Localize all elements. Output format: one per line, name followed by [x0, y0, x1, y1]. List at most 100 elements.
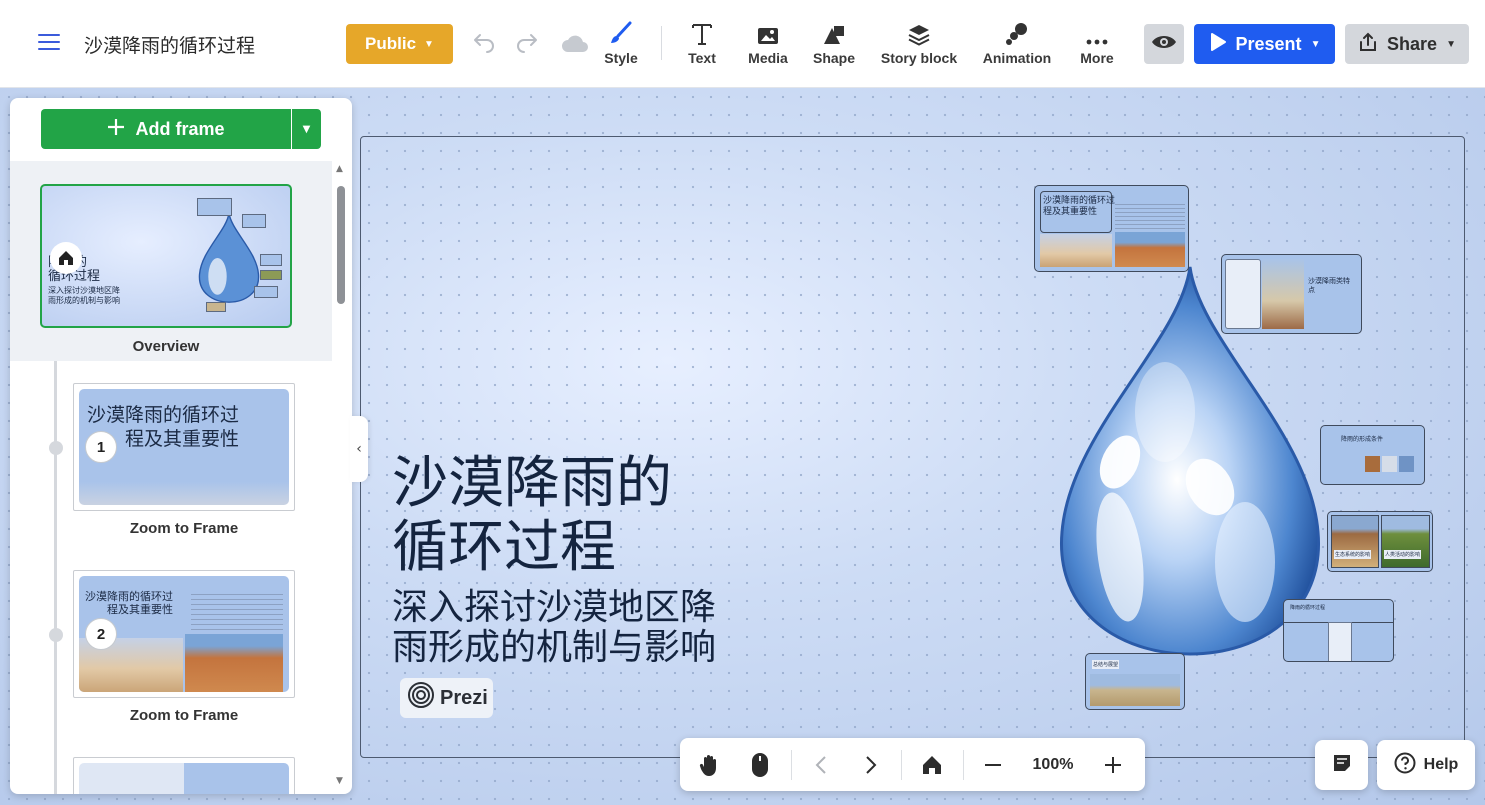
chevron-left-icon: ‹	[356, 441, 362, 457]
text-tool[interactable]: Text	[682, 20, 722, 76]
canvas-frame-card-2[interactable]: 沙漠降雨类特 点	[1221, 254, 1362, 334]
story-block-label: Story block	[880, 50, 958, 66]
preview-button[interactable]	[1144, 24, 1184, 64]
cloud-saved-icon	[560, 32, 590, 60]
previous-frame-icon[interactable]	[806, 738, 836, 791]
image-icon	[757, 20, 779, 46]
share-button[interactable]: Share ▼	[1345, 24, 1469, 64]
prezi-logo-icon	[407, 681, 435, 715]
frame-thumbnail-3[interactable]	[73, 757, 295, 794]
frames-sidebar: Add frame ▼ 降雨的 循环过程 深入探讨沙漠地区降 雨形成的机制与影响…	[10, 98, 352, 794]
public-visibility-button[interactable]: Public ▼	[346, 24, 453, 64]
presentation-title[interactable]: 沙漠降雨的循环过程	[84, 31, 255, 58]
style-label: Style	[604, 50, 638, 66]
frames-timeline	[54, 361, 57, 794]
chevron-down-icon: ▼	[424, 38, 434, 50]
toolbar-divider	[791, 750, 792, 780]
scrollbar-thumb[interactable]	[337, 186, 345, 304]
home-frame-icon[interactable]	[50, 242, 82, 274]
card-4a-title: 生态系统的影响	[1334, 550, 1372, 559]
add-frame-button[interactable]: Add frame	[41, 109, 291, 149]
zoom-in-icon[interactable]	[1098, 738, 1128, 791]
card-6-title: 总结与展望	[1092, 660, 1120, 669]
pan-hand-icon[interactable]	[694, 738, 726, 791]
toolbar-divider	[901, 750, 902, 780]
scroll-up-icon[interactable]: ▲	[336, 164, 343, 174]
share-icon	[1358, 32, 1378, 57]
title-line-2: 循环过程	[392, 515, 616, 580]
shape-tool[interactable]: Shape	[810, 20, 858, 76]
home-icon[interactable]	[916, 738, 948, 791]
zoom-level: 100%	[1032, 755, 1074, 773]
menu-icon[interactable]	[38, 34, 60, 52]
shape-label: Shape	[812, 50, 855, 66]
sidebar-scrollbar[interactable]: ▲ ▼	[335, 164, 347, 794]
add-frame-options-button[interactable]: ▼	[292, 109, 321, 149]
canvas-frame-card-1[interactable]: 沙漠降雨的循环过 程及其重要性	[1034, 185, 1189, 272]
card-1-title: 沙漠降雨的循环过 程及其重要性	[1043, 196, 1116, 217]
eye-icon	[1151, 34, 1177, 54]
story-block-tool[interactable]: Story block	[878, 20, 960, 76]
collapse-sidebar-button[interactable]: ‹	[350, 416, 368, 482]
canvas-frame-card-6[interactable]: 总结与展望	[1085, 653, 1185, 710]
layers-icon	[908, 20, 930, 46]
animation-label: Animation	[982, 50, 1052, 66]
canvas-frame-card-5[interactable]: 降雨的循环过程	[1283, 599, 1394, 662]
style-tool[interactable]: Style	[598, 20, 644, 76]
redo-icon[interactable]	[515, 31, 541, 59]
overview-thumb-subtitle: 深入探讨沙漠地区降 雨形成的机制与影响	[48, 286, 120, 305]
canvas-subtitle[interactable]: 深入探讨沙漠地区降 雨形成的机制与影响	[392, 588, 716, 668]
animation-icon	[1005, 20, 1029, 46]
card-2-title: 沙漠降雨类特 点	[1308, 277, 1350, 294]
card-5-title: 降雨的循环过程	[1290, 605, 1326, 611]
help-button[interactable]: Help	[1377, 740, 1475, 790]
overview-label[interactable]: Overview	[10, 338, 322, 355]
canvas-main-title[interactable]: 沙漠降雨的 循环过程	[392, 452, 672, 580]
present-label: Present	[1235, 33, 1302, 54]
navigation-toolbar: 100%	[680, 738, 1145, 791]
prezi-logo-badge: Prezi	[400, 678, 493, 718]
chevron-down-icon: ▼	[1310, 38, 1321, 50]
timeline-dot	[49, 441, 63, 455]
card-4b-title: 人类活动的影响	[1384, 550, 1422, 559]
scroll-down-icon[interactable]: ▼	[336, 776, 343, 786]
toolbar-divider	[963, 750, 964, 780]
plus-icon	[107, 118, 125, 141]
more-tool[interactable]: More	[1076, 20, 1118, 76]
prezi-label: Prezi	[440, 686, 488, 709]
toolbar-divider	[661, 26, 662, 60]
media-label: Media	[748, 50, 788, 66]
text-label: Text	[688, 50, 716, 66]
next-frame-icon[interactable]	[856, 738, 886, 791]
chevron-down-icon: ▼	[1446, 38, 1456, 50]
brush-icon	[608, 20, 634, 46]
card-3-title: 降雨的形成条件	[1341, 436, 1384, 443]
media-tool[interactable]: Media	[744, 20, 792, 76]
text-icon	[691, 20, 713, 46]
subtitle-line-2: 雨形成的机制与影响	[392, 627, 717, 668]
add-frame-label: Add frame	[135, 118, 225, 139]
more-label: More	[1080, 50, 1114, 66]
zoom-out-icon[interactable]	[978, 738, 1008, 791]
top-toolbar: 沙漠降雨的循环过程 Public ▼ Style Text Media Shap…	[0, 0, 1485, 88]
title-line-1: 沙漠降雨的	[392, 451, 672, 516]
timeline-dot	[49, 628, 63, 642]
frame-2-thumb-title: 沙漠降雨的循环过 程及其重要性	[85, 590, 173, 616]
public-label: Public	[365, 34, 417, 53]
present-button[interactable]: Present ▼	[1194, 24, 1335, 64]
notes-button[interactable]	[1315, 740, 1368, 790]
animation-tool[interactable]: Animation	[980, 20, 1054, 76]
frame-2-label[interactable]: Zoom to Frame	[73, 707, 295, 724]
notes-icon	[1332, 753, 1352, 777]
shape-icon	[822, 20, 846, 46]
canvas-frame-card-4[interactable]: 生态系统的影响 人类活动的影响	[1327, 511, 1433, 572]
frame-1-label[interactable]: Zoom to Frame	[73, 520, 295, 537]
canvas-frame-card-3[interactable]: 降雨的形成条件	[1320, 425, 1425, 485]
mouse-mode-icon[interactable]	[744, 738, 776, 791]
help-label: Help	[1423, 756, 1459, 773]
undo-icon[interactable]	[470, 31, 496, 59]
more-icon	[1086, 20, 1108, 46]
frame-number-badge-2: 2	[85, 618, 117, 650]
chevron-down-icon: ▼	[302, 123, 311, 135]
subtitle-line-1: 深入探讨沙漠地区降	[392, 587, 717, 628]
